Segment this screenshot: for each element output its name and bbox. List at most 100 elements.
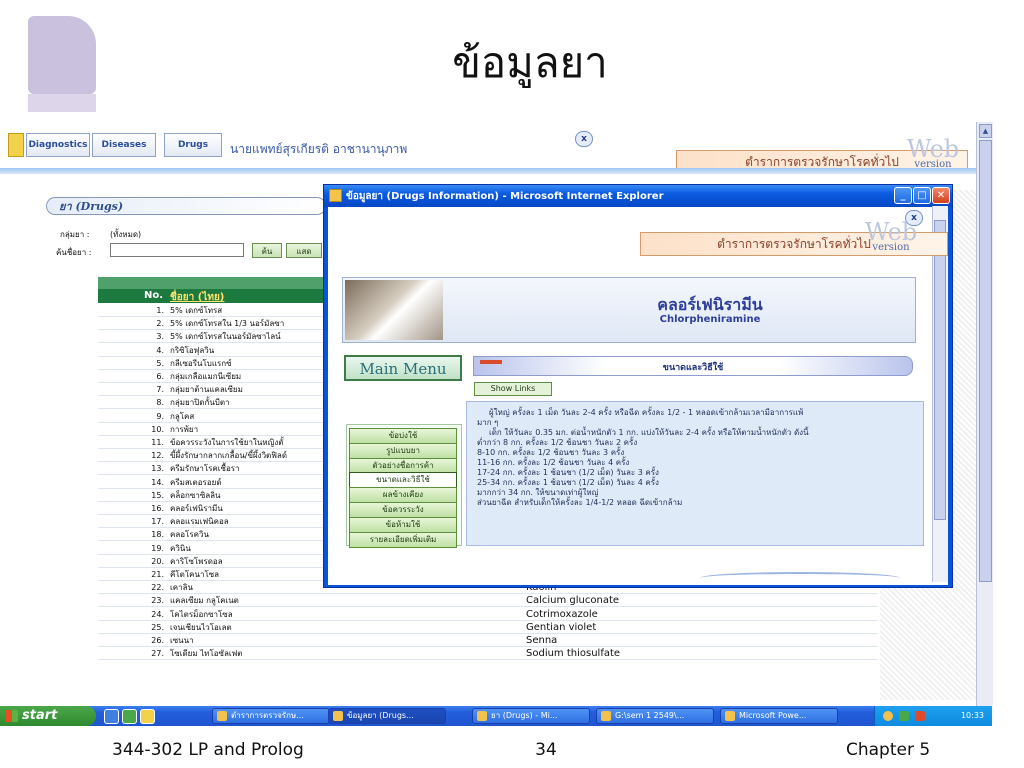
tray-icon[interactable] bbox=[883, 711, 893, 721]
menu-item[interactable]: รูปแบบยา bbox=[349, 442, 457, 459]
row-thai-name[interactable]: คาริโซโพรดอล bbox=[170, 556, 223, 568]
show-links-button[interactable]: Show Links bbox=[474, 382, 552, 396]
taskbar-task[interactable]: ยา (Drugs) - Mi... bbox=[472, 708, 590, 724]
popup-scrollbar[interactable] bbox=[932, 206, 948, 582]
table-row[interactable]: 27. โซเดียม ไทโอซัลเฟต Sodium thiosulfate bbox=[98, 648, 878, 661]
tab-diseases[interactable]: Diseases bbox=[92, 133, 156, 157]
row-thai-name[interactable]: กลูโคส bbox=[170, 411, 194, 423]
row-thai-name[interactable]: คลอโรควิน bbox=[170, 529, 209, 541]
search-input[interactable] bbox=[110, 243, 244, 257]
drug-name-english: Chlorpheniramine bbox=[659, 314, 761, 325]
row-english-name[interactable]: Sodium thiosulfate bbox=[526, 648, 620, 660]
row-english-name[interactable]: Gentian violet bbox=[526, 622, 596, 634]
row-number: 26. bbox=[151, 636, 164, 645]
row-thai-name[interactable]: แคลเซียม กลูโคเนต bbox=[170, 595, 239, 607]
pill-image bbox=[345, 280, 443, 340]
row-thai-name[interactable]: การพ้ยา bbox=[170, 424, 198, 436]
row-thai-name[interactable]: กลีเซอรีนโบแรกซ์ bbox=[170, 358, 232, 370]
row-thai-name[interactable]: 5% เดกซ์โทรสใน 1/3 นอร์มัลซา bbox=[170, 318, 284, 330]
dosage-line: ต่ำกว่า 8 กก. ครั้งละ 1/2 ช้อนชา วันละ 2… bbox=[477, 438, 638, 447]
doctor-name: นายแพทย์สุรเกียรติ อาชานานุภาพ bbox=[230, 142, 408, 156]
tab-diagnostics[interactable]: Diagnostics bbox=[26, 133, 90, 157]
close-icon[interactable]: x bbox=[575, 131, 593, 147]
scroll-up-icon[interactable]: ▲ bbox=[979, 124, 992, 138]
menu-item[interactable]: ผลข้างเคียง bbox=[349, 487, 457, 504]
group-select[interactable]: (ทั้งหมด) bbox=[110, 228, 141, 241]
row-thai-name[interactable]: คลอแรมเฟนิคอล bbox=[170, 516, 229, 528]
menu-item[interactable]: ข้อห้ามใช้ bbox=[349, 516, 457, 533]
table-row[interactable]: 23. แคลเซียม กลูโคเนต Calcium gluconate bbox=[98, 595, 878, 608]
row-thai-name[interactable]: โซเดียม ไทโอซัลเฟต bbox=[170, 648, 242, 660]
dosage-line: 11-16 กก. ครั้งละ 1/2 ช้อนชา วันละ 4 ครั… bbox=[477, 458, 630, 467]
row-thai-name[interactable]: 5% เดกซ์โทรสในนอร์มัลซาไลน์ bbox=[170, 331, 281, 343]
col-name[interactable]: ชื่อยา (ไทย) bbox=[170, 290, 224, 305]
row-thai-name[interactable]: คีโตโคนาโซล bbox=[170, 569, 219, 581]
row-thai-name[interactable]: 5% เดกซ์โทรส bbox=[170, 305, 222, 317]
taskbar-task[interactable]: ตำราการตรวจรักษ... bbox=[212, 708, 330, 724]
window-close-button[interactable]: ✕ bbox=[932, 187, 950, 204]
taskbar-task[interactable]: ข้อมูลยา (Drugs... bbox=[328, 708, 446, 724]
quicklaunch-desktop-icon[interactable] bbox=[122, 709, 137, 724]
popup-scrollbar-thumb[interactable] bbox=[934, 220, 946, 520]
alert-icon[interactable] bbox=[915, 711, 925, 721]
minimize-button[interactable]: _ bbox=[894, 187, 912, 204]
page-scrollbar[interactable]: ▲ bbox=[976, 122, 993, 706]
quicklaunch-folder-icon[interactable] bbox=[140, 709, 155, 724]
row-number: 21. bbox=[151, 570, 164, 579]
menu-item[interactable]: รายละเอียดเพิ่มเติม bbox=[349, 531, 457, 548]
window-titlebar[interactable]: ข้อมูลยา (Drugs Information) - Microsoft… bbox=[324, 185, 952, 207]
dosage-line: ส่วนยาฉีด สำหรับเด็กให้ครั้งละ 1/4-1/2 ห… bbox=[477, 498, 683, 507]
row-english-name[interactable]: Senna bbox=[526, 635, 557, 647]
row-thai-name[interactable]: กลุ่มเกลือแมกนีเซียม bbox=[170, 371, 241, 383]
slide-decoration bbox=[28, 16, 96, 94]
dosage-line: มากกว่า 34 กก. ให้ขนาดเท่าผู้ใหญ่ bbox=[477, 488, 599, 497]
main-menu-heading: Main Menu bbox=[344, 355, 462, 381]
row-english-name[interactable]: Calcium gluconate bbox=[526, 595, 619, 607]
menu-item[interactable]: ข้อควรระวัง bbox=[349, 502, 457, 518]
nav-divider bbox=[0, 168, 976, 174]
menu-item[interactable]: ขนาดและวิธีใช้ bbox=[349, 472, 457, 489]
row-thai-name[interactable]: เคาลิน bbox=[170, 582, 193, 594]
row-thai-name[interactable]: ครีมสเตอรอยด์ bbox=[170, 477, 222, 489]
site-logo-icon bbox=[8, 133, 24, 157]
taskbar-task[interactable]: Microsoft Powe... bbox=[720, 708, 838, 724]
scrollbar-thumb[interactable] bbox=[979, 140, 992, 582]
row-thai-name[interactable]: ขี้ผึ้งรักษากลากเกลื้อน/ขี้ผึ้งวิตฟิลด์ bbox=[170, 450, 287, 462]
search-label: ค้นชื่อยา : bbox=[56, 248, 92, 257]
row-thai-name[interactable]: คล็อกซาซิลลิน bbox=[170, 490, 221, 502]
table-row[interactable]: 25. เจนเชียนไวโอเลต Gentian violet bbox=[98, 622, 878, 634]
row-thai-name[interactable]: โคไตรม็อกซาโซล bbox=[170, 609, 233, 621]
row-number: 4. bbox=[156, 345, 164, 355]
menu-item[interactable]: ข้อบ่งใช้ bbox=[349, 428, 457, 444]
task-app-icon bbox=[333, 711, 343, 721]
search-button[interactable]: ค้น bbox=[252, 243, 282, 258]
show-button[interactable]: แสด bbox=[286, 243, 322, 258]
network-icon[interactable] bbox=[899, 711, 909, 721]
row-thai-name[interactable]: ครีมรักษาโรคเชื้อรา bbox=[170, 463, 240, 475]
row-number: 19. bbox=[151, 543, 164, 553]
menu-item[interactable]: ตัวอย่างชื่อการค้า bbox=[349, 457, 457, 474]
row-thai-name[interactable]: คลอร์เฟนิรามีน bbox=[170, 503, 223, 515]
tab-drugs[interactable]: Drugs bbox=[164, 133, 222, 157]
table-row[interactable]: 24. โคไตรม็อกซาโซล Cotrimoxazole bbox=[98, 609, 878, 621]
row-thai-name[interactable]: กลุ่มยาต้านแคลเซียม bbox=[170, 384, 243, 396]
row-thai-name[interactable]: เจนเชียนไวโอเลต bbox=[170, 622, 232, 634]
task-label: ตำราการตรวจรักษ... bbox=[231, 711, 304, 720]
row-thai-name[interactable]: กลุ่มยาปิดกั้นบีตา bbox=[170, 397, 230, 409]
maximize-button[interactable]: □ bbox=[913, 187, 931, 204]
col-no: No. bbox=[144, 290, 164, 301]
row-thai-name[interactable]: เซนนา bbox=[170, 635, 194, 647]
clock: 10:33 bbox=[960, 711, 984, 720]
task-label: G:\sem 1 2549\... bbox=[615, 711, 685, 720]
row-thai-name[interactable]: กริซิโอฟุลวิน bbox=[170, 345, 214, 357]
dosage-line: 25-34 กก. ครั้งละ 1 ช้อนชา (1/2 เม็ด) วั… bbox=[477, 478, 659, 487]
row-thai-name[interactable]: ข้อควรระวังในการใช้ยาในหญิงตั้ bbox=[170, 437, 284, 449]
row-number: 5. bbox=[156, 358, 164, 368]
row-number: 10. bbox=[151, 424, 164, 434]
taskbar-task[interactable]: G:\sem 1 2549\... bbox=[596, 708, 714, 724]
row-thai-name[interactable]: ควินิน bbox=[170, 543, 191, 555]
quicklaunch-ie-icon[interactable] bbox=[104, 709, 119, 724]
start-button[interactable]: start bbox=[0, 706, 96, 726]
row-english-name[interactable]: Cotrimoxazole bbox=[526, 609, 598, 621]
table-row[interactable]: 26. เซนนา Senna bbox=[98, 635, 878, 647]
